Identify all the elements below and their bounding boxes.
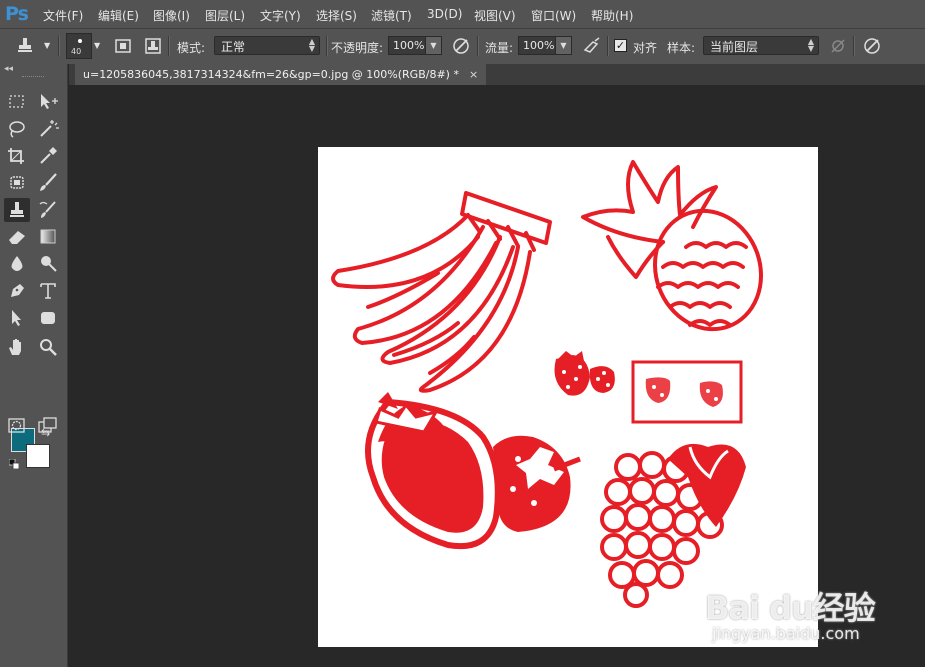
aligned-checkbox[interactable]: ✓ bbox=[614, 39, 627, 52]
opacity-label: 不透明度: bbox=[331, 41, 384, 55]
pen-tool-icon[interactable] bbox=[4, 279, 30, 303]
document-canvas[interactable] bbox=[318, 147, 818, 647]
toolbox: ◂◂ ⇆ bbox=[0, 64, 68, 667]
menu-3d[interactable]: 3D(D) bbox=[427, 7, 462, 21]
clone-stamp-tool-icon[interactable] bbox=[4, 198, 30, 222]
lasso-tool-icon[interactable] bbox=[4, 117, 30, 141]
menu-view[interactable]: 视图(V) bbox=[474, 7, 516, 24]
opacity-field[interactable]: 100% bbox=[388, 36, 426, 55]
pressure-size-icon[interactable] bbox=[861, 35, 883, 57]
aligned-label: 对齐 bbox=[633, 41, 658, 55]
sample-dropdown[interactable]: 当前图层 ▲ ▼ bbox=[703, 36, 819, 55]
menu-image[interactable]: 图像(I) bbox=[153, 7, 190, 24]
separator bbox=[853, 36, 855, 56]
small-strawberries-drawing bbox=[554, 351, 743, 424]
fruit-artwork bbox=[331, 160, 763, 608]
collapse-toolbox-icon[interactable]: ◂◂ bbox=[4, 64, 13, 74]
sample-label: 样本: bbox=[667, 41, 696, 55]
default-colors-icon[interactable] bbox=[8, 458, 20, 470]
flow-dropdown-button[interactable]: ▼ bbox=[555, 36, 572, 55]
brush-size-label: 40 bbox=[71, 47, 82, 56]
menu-edit[interactable]: 编辑(E) bbox=[98, 7, 139, 24]
brush-dropdown-arrow-icon[interactable]: ▼ bbox=[94, 41, 100, 50]
sample-value: 当前图层 bbox=[710, 40, 759, 54]
clone-source-panel-icon[interactable] bbox=[142, 35, 164, 57]
document-tab-bar: u=1205836045,3817314324&fm=26&gp=0.jpg @… bbox=[69, 64, 925, 85]
ignore-adjustment-layers-icon[interactable] bbox=[827, 35, 849, 57]
pressure-opacity-icon[interactable] bbox=[450, 35, 472, 57]
move-tool-icon[interactable] bbox=[35, 90, 61, 114]
rectangle-tool-icon[interactable] bbox=[35, 306, 61, 330]
menu-bar: Ps 文件(F) 编辑(E) 图像(I) 图层(L) 文字(Y) 选择(S) 滤… bbox=[0, 0, 925, 28]
pineapple-drawing bbox=[581, 160, 763, 332]
brush-preset-picker[interactable]: 40 bbox=[66, 33, 92, 59]
dodge-tool-icon[interactable] bbox=[35, 252, 61, 276]
screen-mode-icon[interactable] bbox=[35, 414, 61, 438]
tool-preset-dropdown-arrow-icon[interactable]: ▼ bbox=[44, 41, 50, 50]
close-tab-icon[interactable]: × bbox=[469, 68, 478, 81]
airbrush-icon[interactable] bbox=[581, 35, 603, 57]
watermark-url: jingyan.baidu.com bbox=[712, 624, 860, 643]
brush-panel-icon[interactable] bbox=[112, 35, 134, 57]
background-color-swatch[interactable] bbox=[26, 444, 50, 468]
separator bbox=[168, 36, 170, 56]
blur-tool-icon[interactable] bbox=[4, 252, 30, 276]
document-tab-title: u=1205836045,3817314324&fm=26&gp=0.jpg @… bbox=[83, 68, 459, 81]
type-tool-icon[interactable] bbox=[35, 279, 61, 303]
menu-select[interactable]: 选择(S) bbox=[316, 7, 357, 24]
brush-tip-icon bbox=[78, 39, 82, 43]
hand-tool-icon[interactable] bbox=[4, 335, 30, 359]
clone-stamp-tool-preset-icon[interactable] bbox=[14, 35, 36, 57]
menu-window[interactable]: 窗口(W) bbox=[531, 7, 576, 24]
separator bbox=[477, 36, 479, 56]
quick-mask-icon[interactable] bbox=[4, 414, 30, 438]
dropdown-arrows-icon: ▲ ▼ bbox=[308, 37, 315, 53]
banana-bunch-drawing bbox=[331, 191, 552, 393]
separator bbox=[58, 36, 60, 56]
eraser-tool-icon[interactable] bbox=[4, 225, 30, 249]
toolbox-grip[interactable] bbox=[22, 76, 44, 79]
document-tab[interactable]: u=1205836045,3817314324&fm=26&gp=0.jpg @… bbox=[75, 64, 487, 85]
path-selection-tool-icon[interactable] bbox=[4, 306, 30, 330]
baidu-jingyan-watermark: Bai du经验 bbox=[705, 589, 876, 627]
menu-type[interactable]: 文字(Y) bbox=[260, 7, 301, 24]
menu-help[interactable]: 帮助(H) bbox=[591, 7, 633, 24]
zoom-tool-icon[interactable] bbox=[35, 335, 61, 359]
separator bbox=[326, 36, 328, 56]
separator bbox=[607, 36, 609, 56]
flow-label: 流量: bbox=[485, 41, 514, 55]
strawberries-drawing bbox=[365, 392, 581, 550]
menu-filter[interactable]: 滤镜(T) bbox=[371, 7, 412, 24]
history-brush-tool-icon[interactable] bbox=[35, 198, 61, 222]
marquee-tool-icon[interactable] bbox=[4, 90, 30, 114]
opacity-dropdown-button[interactable]: ▼ bbox=[425, 36, 442, 55]
options-bar: ▼ 40 ▼ 模式: 正常 ▲ ▼ 不透明度: 100% ▼ 流量: 100% ▼… bbox=[0, 28, 925, 64]
flow-field[interactable]: 100% bbox=[518, 36, 556, 55]
menu-file[interactable]: 文件(F) bbox=[43, 7, 83, 24]
brush-tool-icon[interactable] bbox=[35, 171, 61, 195]
magic-wand-tool-icon[interactable] bbox=[35, 117, 61, 141]
gradient-tool-icon[interactable] bbox=[35, 225, 61, 249]
eyedropper-tool-icon[interactable] bbox=[35, 144, 61, 168]
grapes-drawing bbox=[600, 443, 746, 608]
mode-dropdown[interactable]: 正常 ▲ ▼ bbox=[214, 36, 320, 55]
menu-layer[interactable]: 图层(L) bbox=[205, 7, 245, 24]
dropdown-arrows-icon: ▲ ▼ bbox=[807, 37, 814, 53]
crop-tool-icon[interactable] bbox=[4, 144, 30, 168]
mode-label: 模式: bbox=[177, 41, 206, 55]
mode-value: 正常 bbox=[221, 40, 246, 54]
spot-healing-brush-tool-icon[interactable] bbox=[4, 171, 30, 195]
photoshop-logo[interactable]: Ps bbox=[5, 3, 29, 25]
